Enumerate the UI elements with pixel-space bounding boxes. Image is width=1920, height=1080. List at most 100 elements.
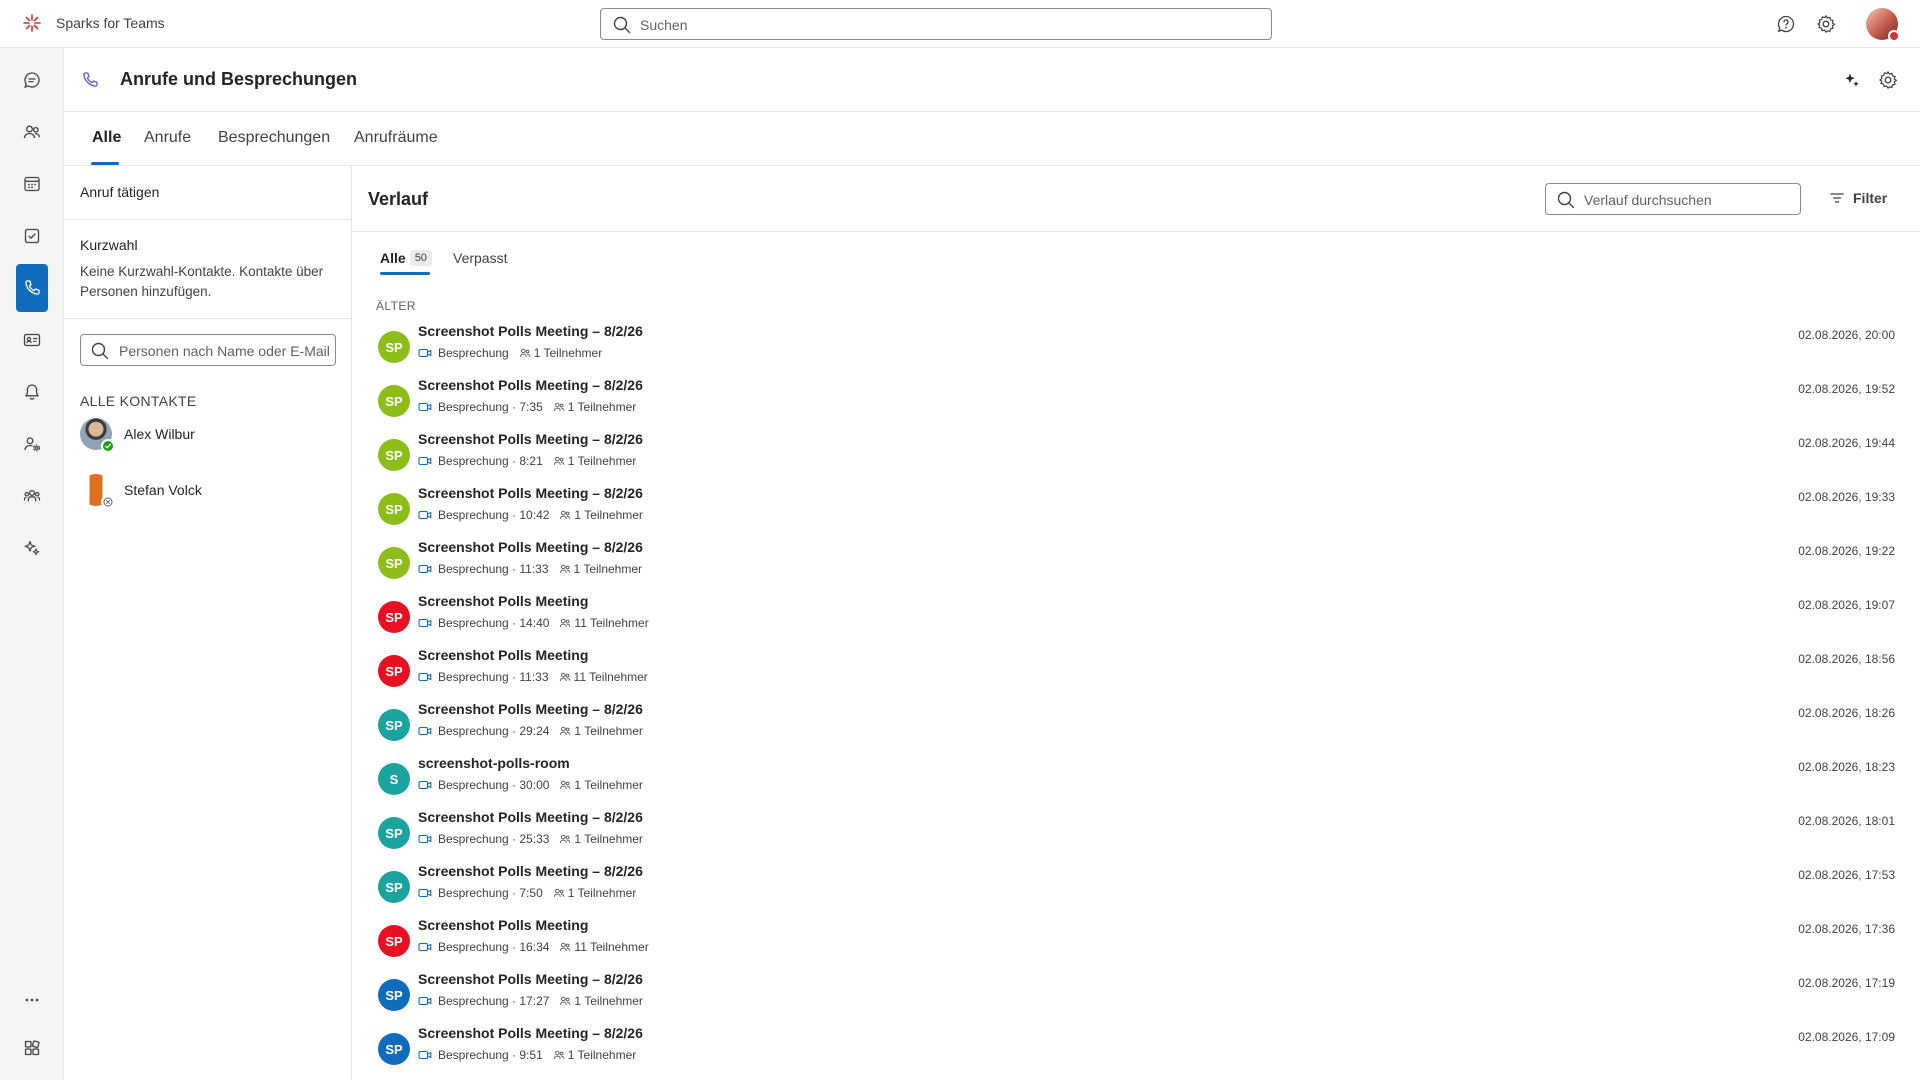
presence-offline-icon (101, 495, 115, 509)
history-row[interactable]: SP Screenshot Polls Meeting – 8/2/26 Bespr… (353, 316, 1920, 370)
history-row[interactable]: SP Screenshot Polls Meeting – 8/2/26 Bespr… (353, 1018, 1920, 1072)
participants-icon (553, 1049, 565, 1061)
rail-chat-button[interactable] (16, 56, 48, 104)
calls-settings-gear-icon[interactable] (1878, 70, 1898, 90)
video-camera-icon (418, 455, 432, 467)
meeting-type-duration: Besprechung · 9:51 (438, 1048, 543, 1062)
history-row[interactable]: SP Screenshot Polls Meeting Besprechung · … (353, 910, 1920, 964)
meeting-type-duration: Besprechung · 10:42 (438, 508, 550, 522)
meeting-type-duration: Besprechung · 17:27 (438, 994, 550, 1008)
search-icon (613, 16, 631, 34)
video-camera-icon (418, 347, 432, 359)
history-row[interactable]: SP Screenshot Polls Meeting – 8/2/26 Bespr… (353, 694, 1920, 748)
tab-all[interactable]: Alle (92, 129, 121, 147)
user-avatar[interactable] (1866, 8, 1900, 42)
meeting-avatar: SP (378, 331, 410, 363)
meeting-title: Screenshot Polls Meeting – 8/2/26 (418, 971, 643, 987)
participants-icon (519, 347, 531, 359)
participant-count: 1 Teilnehmer (567, 1048, 637, 1062)
app-rail (0, 48, 64, 1080)
meeting-timestamp: 02.08.2026, 17:19 (1798, 976, 1895, 990)
meeting-title: Screenshot Polls Meeting – 8/2/26 (418, 701, 643, 717)
tab-meetings[interactable]: Besprechungen (218, 129, 330, 147)
rail-copilot-button[interactable] (16, 524, 48, 572)
contact-item[interactable]: Stefan Volck (80, 474, 340, 510)
settings-gear-icon[interactable] (1816, 14, 1836, 34)
search-placeholder: Suchen (640, 17, 688, 33)
tab-call-rooms[interactable]: Anrufräume (354, 129, 438, 147)
participant-count: 11 Teilnehmer (573, 670, 648, 684)
rail-calendar-button[interactable] (16, 160, 48, 208)
meeting-meta: Besprechung · 7:50 1 Teilnehmer (418, 886, 636, 900)
participant-count: 1 Teilnehmer (574, 508, 643, 522)
participant-count: 1 Teilnehmer (573, 562, 643, 576)
main-tabs: Alle Anrufe Besprechungen Anrufräume (64, 112, 1920, 166)
history-row[interactable]: SP Screenshot Polls Meeting – 8/2/26 Bespr… (353, 856, 1920, 910)
participants-icon (559, 617, 571, 629)
participants-icon (559, 941, 571, 953)
rail-people-button[interactable] (16, 108, 48, 156)
history-row[interactable]: SP Screenshot Polls Meeting – 8/2/26 Bespr… (353, 964, 1920, 1018)
participants-icon (559, 779, 571, 791)
history-row[interactable]: SP Screenshot Polls Meeting – 8/2/26 Bespr… (353, 478, 1920, 532)
filter-label: Filter (1853, 190, 1888, 206)
rail-people-settings-button[interactable] (16, 420, 48, 468)
people-search-input[interactable]: Personen nach Name oder E-Mail (80, 334, 336, 366)
meeting-meta: Besprechung · 17:27 1 Teilnehmer (418, 994, 643, 1008)
rail-calls-button[interactable] (16, 264, 48, 312)
contact-avatar (80, 474, 115, 509)
phone-icon (80, 70, 100, 90)
speed-dial-empty-text: Keine Kurzwahl-Kontakte. Kontakte über P… (80, 264, 324, 299)
rail-contacts-button[interactable] (16, 316, 48, 364)
meeting-timestamp: 02.08.2026, 20:00 (1798, 328, 1895, 342)
meeting-avatar: SP (378, 1033, 410, 1065)
rail-teams-button[interactable] (16, 472, 48, 520)
meeting-timestamp: 02.08.2026, 18:01 (1798, 814, 1895, 828)
meeting-title: Screenshot Polls Meeting (418, 917, 589, 933)
meeting-meta: Besprechung 1 Teilnehmer (418, 346, 602, 360)
tab-calls[interactable]: Anrufe (144, 129, 191, 147)
participants-icon (559, 725, 571, 737)
meeting-title: Screenshot Polls Meeting – 8/2/26 (418, 1025, 643, 1041)
history-row[interactable]: SP Screenshot Polls Meeting – 8/2/26 Bespr… (353, 802, 1920, 856)
make-call-button[interactable]: Anruf tätigen (80, 184, 159, 200)
copilot-sparkle-icon[interactable] (1842, 70, 1862, 90)
history-row[interactable]: SP Screenshot Polls Meeting – 8/2/26 Bespr… (353, 532, 1920, 586)
contact-avatar (80, 418, 115, 453)
contact-item[interactable]: Alex Wilbur (80, 418, 340, 454)
subtab-missed[interactable]: Verpasst (453, 246, 507, 270)
history-row[interactable]: SP Screenshot Polls Meeting – 8/2/26 Bespr… (353, 424, 1920, 478)
history-search-input[interactable]: Verlauf durchsuchen (1545, 183, 1801, 215)
subtab-all[interactable]: Alle 50 (380, 246, 432, 270)
video-camera-icon (418, 563, 432, 575)
rail-more-button[interactable] (16, 976, 48, 1024)
participants-icon (559, 833, 571, 845)
meeting-type-duration: Besprechung · 25:33 (438, 832, 550, 846)
meeting-type-duration: Besprechung · 8:21 (438, 454, 543, 468)
history-row[interactable]: SP Screenshot Polls Meeting Besprechung · … (353, 640, 1920, 694)
speed-dial-title: Kurzwahl (80, 237, 138, 253)
help-icon[interactable] (1776, 14, 1796, 34)
meeting-title: Screenshot Polls Meeting – 8/2/26 (418, 539, 643, 555)
meeting-type-duration: Besprechung · 16:34 (438, 940, 550, 954)
tasks-icon (22, 226, 42, 246)
people-icon (22, 122, 42, 142)
video-camera-icon (418, 941, 432, 953)
meeting-timestamp: 02.08.2026, 18:23 (1798, 760, 1895, 774)
rail-apps-button[interactable] (16, 1024, 48, 1072)
meeting-type-duration: Besprechung · 29:24 (438, 724, 550, 738)
video-camera-icon (418, 779, 432, 791)
meeting-type-duration: Besprechung · 11:33 (438, 670, 549, 684)
history-row[interactable]: Sscreenshot-polls-room Besprechung · 30:0… (353, 748, 1920, 802)
rail-activity-button[interactable] (16, 368, 48, 416)
page-title: Anrufe und Besprechungen (120, 69, 358, 89)
participants-icon (553, 887, 565, 899)
history-row[interactable]: SP Screenshot Polls Meeting – 8/2/26 Bespr… (353, 370, 1920, 424)
meeting-avatar: SP (378, 817, 410, 849)
global-search-input[interactable]: Suchen (600, 8, 1272, 40)
meeting-title: Screenshot Polls Meeting – 8/2/26 (418, 323, 643, 339)
history-row[interactable]: SP Screenshot Polls Meeting Besprechung · … (353, 586, 1920, 640)
history-search-placeholder: Verlauf durchsuchen (1584, 192, 1712, 208)
rail-tasks-button[interactable] (16, 212, 48, 260)
filter-button[interactable]: Filter (1829, 190, 1887, 206)
